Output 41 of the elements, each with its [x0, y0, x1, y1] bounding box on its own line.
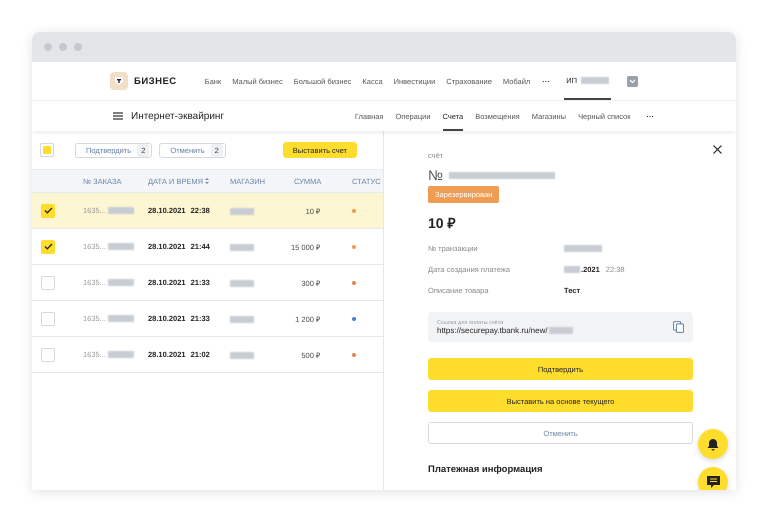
menu-icon[interactable] — [113, 112, 123, 120]
blurred-text — [230, 352, 254, 359]
blurred-text — [564, 266, 580, 273]
logo-text: БИЗНЕС — [134, 76, 177, 86]
notifications-button[interactable] — [698, 429, 728, 459]
blurred-text — [548, 326, 573, 334]
window-dot-icon — [59, 43, 67, 51]
blurred-text — [108, 243, 134, 250]
blurred-text — [230, 280, 254, 287]
check-icon — [44, 243, 52, 250]
chat-button[interactable] — [698, 467, 728, 490]
section-title: Платежная информация — [428, 464, 544, 475]
blurred-text — [108, 315, 134, 322]
copy-icon[interactable] — [673, 321, 684, 333]
blurred-text — [581, 76, 609, 84]
checkbox[interactable] — [41, 240, 55, 254]
chat-icon — [706, 476, 720, 488]
window-dot-icon — [74, 43, 82, 51]
blurred-text — [230, 244, 254, 251]
checkbox[interactable] — [41, 204, 55, 218]
number-sign: № — [428, 167, 444, 183]
bell-icon — [707, 438, 719, 450]
check-icon — [44, 207, 52, 214]
sort-icon[interactable] — [205, 178, 210, 184]
invoice-amount: 10 ₽ — [428, 214, 456, 232]
close-icon[interactable] — [713, 145, 722, 154]
checkbox[interactable] — [41, 348, 55, 362]
blurred-text — [108, 207, 134, 214]
blurred-text — [230, 316, 254, 323]
checkbox[interactable] — [41, 276, 55, 290]
page-title: Интернет-эквайринг — [131, 110, 224, 122]
payment-link[interactable]: https://securepay.tbank.ru/new/ — [437, 326, 548, 334]
blurred-text — [108, 351, 134, 358]
logo-icon[interactable] — [110, 72, 128, 90]
checkbox[interactable] — [41, 312, 55, 326]
window-dot-icon — [44, 43, 52, 51]
blurred-text — [108, 279, 134, 286]
avatar-icon[interactable] — [627, 76, 638, 86]
blurred-text — [230, 208, 254, 215]
checkbox[interactable] — [40, 143, 54, 157]
blurred-text — [564, 245, 602, 252]
